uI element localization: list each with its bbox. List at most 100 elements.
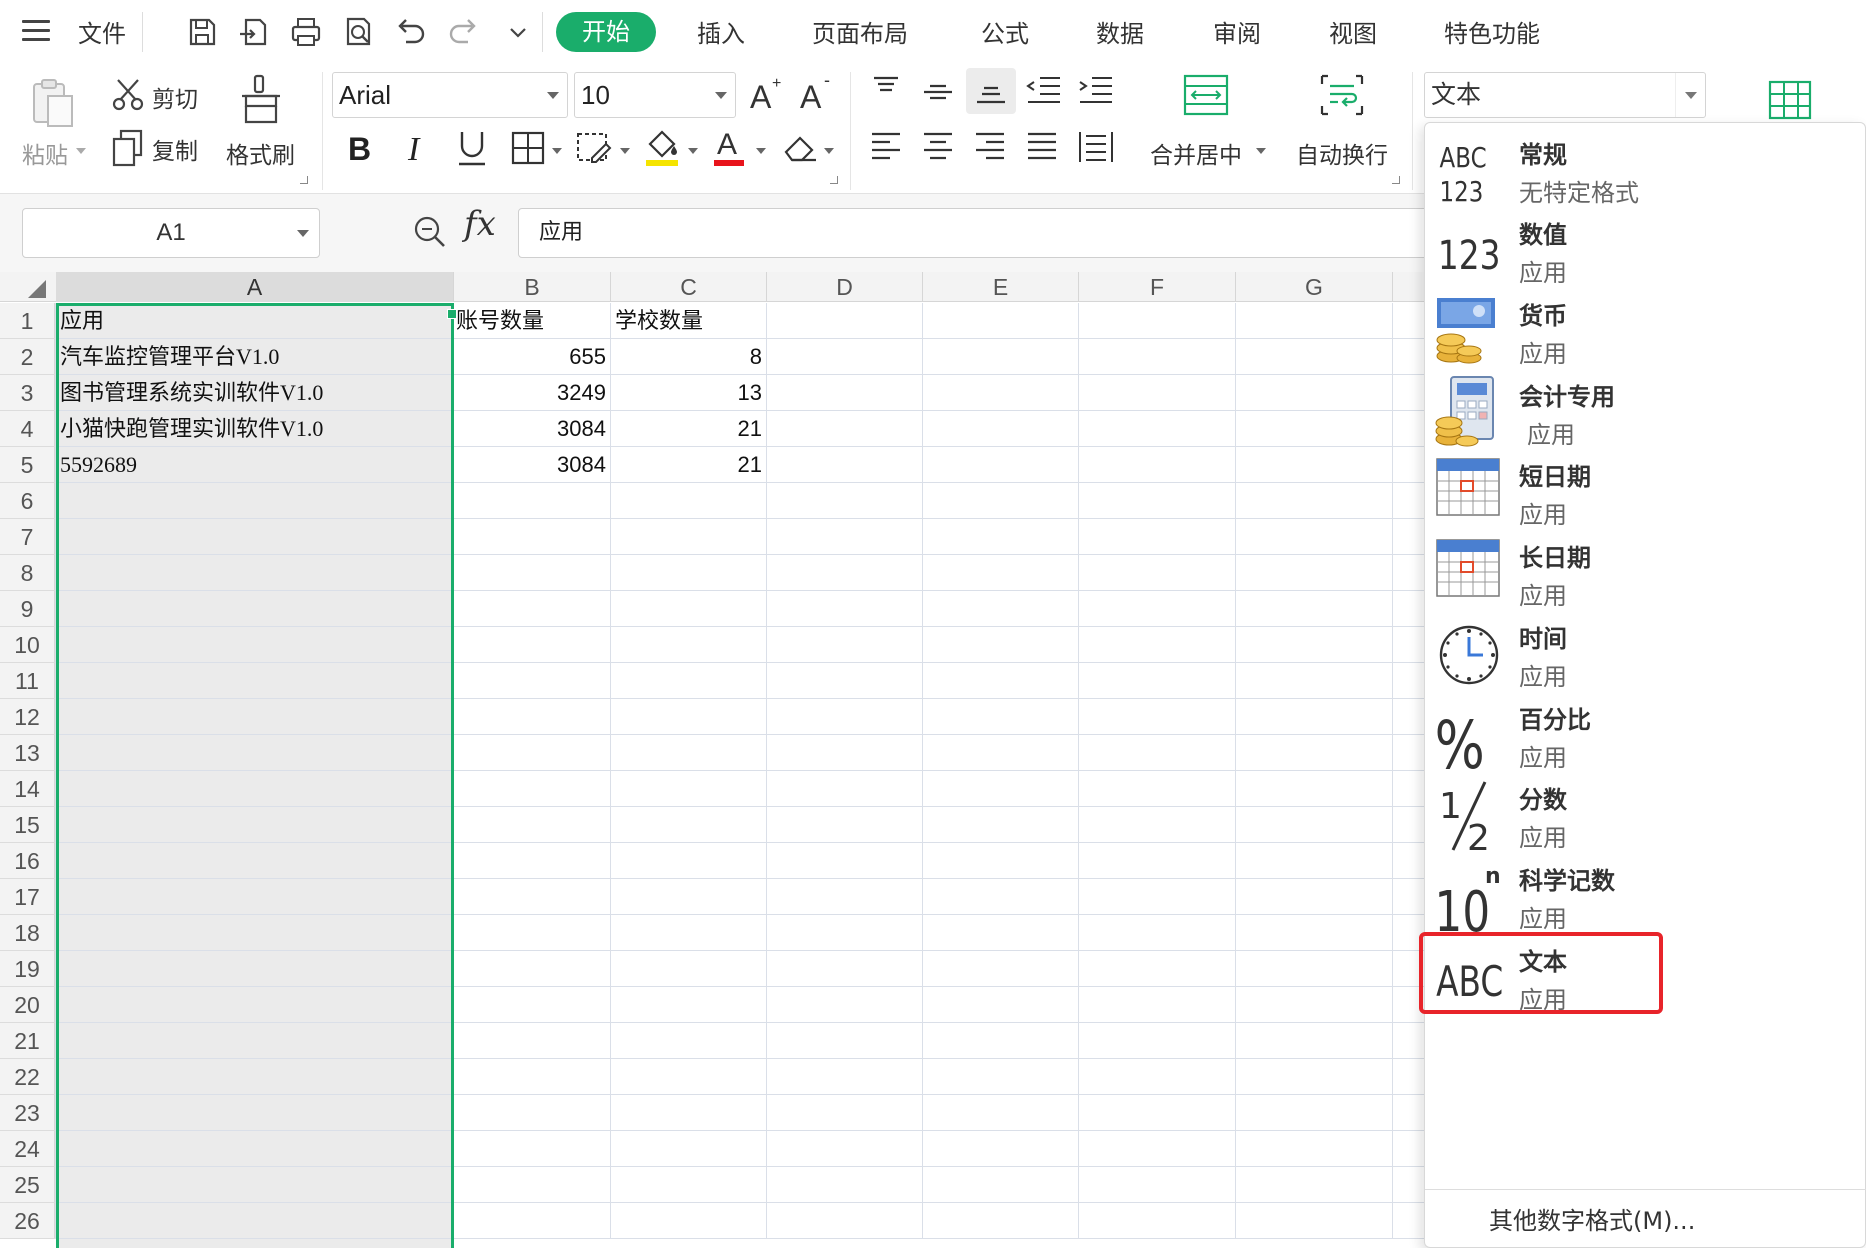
row-header[interactable]: 4: [0, 411, 55, 447]
cell-B4[interactable]: 3084: [454, 411, 611, 447]
align-top-icon[interactable]: [868, 74, 904, 106]
file-menu[interactable]: 文件: [78, 14, 126, 49]
fill-color-bucket-icon[interactable]: [642, 124, 682, 170]
cell-C2[interactable]: 8: [611, 339, 767, 375]
borders-dropdown-caret[interactable]: [552, 148, 562, 154]
underline-icon[interactable]: [452, 126, 492, 170]
column-header-E[interactable]: E: [923, 272, 1079, 302]
decrease-font-size-icon[interactable]: A-: [798, 72, 842, 116]
font-name-select[interactable]: Arial: [332, 72, 568, 118]
row-header[interactable]: 25: [0, 1167, 55, 1203]
increase-indent-icon[interactable]: [1076, 74, 1116, 108]
align-bottom-icon[interactable]: [966, 68, 1016, 114]
number-format-select[interactable]: 文本: [1424, 72, 1706, 118]
align-middle-icon[interactable]: [920, 78, 956, 110]
print-icon[interactable]: [286, 12, 326, 52]
copy-icon[interactable]: [110, 128, 146, 168]
column-header-A[interactable]: A: [56, 272, 454, 302]
name-box[interactable]: A1: [22, 208, 320, 258]
tab-view[interactable]: 视图: [1329, 14, 1377, 49]
italic-icon[interactable]: I: [400, 126, 436, 170]
row-header[interactable]: 20: [0, 987, 55, 1023]
select-all-corner[interactable]: [28, 280, 46, 298]
borders-icon[interactable]: [508, 128, 548, 168]
column-header-F[interactable]: F: [1079, 272, 1236, 302]
merge-center-dropdown-caret[interactable]: [1256, 148, 1266, 154]
tab-insert[interactable]: 插入: [697, 14, 745, 49]
row-header[interactable]: 1: [0, 303, 55, 339]
row-header[interactable]: 12: [0, 699, 55, 735]
cut-button[interactable]: 剪切: [152, 80, 198, 114]
tab-page-layout[interactable]: 页面布局: [812, 14, 908, 49]
row-header[interactable]: 24: [0, 1131, 55, 1167]
cell-A4[interactable]: 小猫快跑管理实训软件V1.0: [56, 411, 454, 447]
decrease-indent-icon[interactable]: [1024, 74, 1064, 108]
row-header[interactable]: 21: [0, 1023, 55, 1059]
insert-function-icon[interactable]: fx: [464, 204, 496, 244]
undo-icon[interactable]: [390, 12, 430, 52]
export-icon[interactable]: [234, 12, 274, 52]
font-color-dropdown-caret[interactable]: [756, 148, 766, 154]
row-header[interactable]: 9: [0, 591, 55, 627]
row-header[interactable]: 2: [0, 339, 55, 375]
tab-data[interactable]: 数据: [1096, 14, 1144, 49]
column-header-C[interactable]: C: [611, 272, 767, 302]
clear-dropdown-caret[interactable]: [824, 148, 834, 154]
paste-button[interactable]: 粘贴: [22, 136, 68, 170]
wrap-text-icon[interactable]: [1318, 72, 1366, 118]
fill-handle[interactable]: [447, 309, 457, 319]
format-painter-button[interactable]: 格式刷: [226, 136, 295, 170]
font-group-launcher[interactable]: [830, 176, 838, 184]
cell-A2[interactable]: 汽车监控管理平台V1.0: [56, 339, 454, 375]
save-icon[interactable]: [182, 12, 222, 52]
cell-A1[interactable]: 应用: [56, 303, 454, 339]
row-header[interactable]: 22: [0, 1059, 55, 1095]
column-header-D[interactable]: D: [767, 272, 923, 302]
merge-center-icon[interactable]: [1182, 72, 1230, 118]
row-header[interactable]: 18: [0, 915, 55, 951]
tab-start[interactable]: 开始: [556, 12, 656, 52]
row-header[interactable]: 3: [0, 375, 55, 411]
cell-C5[interactable]: 21: [611, 447, 767, 483]
fill-color-dropdown-caret[interactable]: [688, 148, 698, 154]
row-header[interactable]: 5: [0, 447, 55, 483]
font-color-icon[interactable]: A: [710, 124, 750, 170]
cell-C1[interactable]: 学校数量: [611, 303, 767, 339]
cell-B2[interactable]: 655: [454, 339, 611, 375]
row-header[interactable]: 11: [0, 663, 55, 699]
tab-formulas[interactable]: 公式: [981, 14, 1029, 49]
row-header[interactable]: 8: [0, 555, 55, 591]
customize-quick-access-icon[interactable]: [498, 12, 538, 52]
cell-A5[interactable]: 5592689: [56, 447, 454, 483]
paste-icon[interactable]: [28, 78, 78, 130]
row-header[interactable]: 7: [0, 519, 55, 555]
row-header[interactable]: 23: [0, 1095, 55, 1131]
wrap-text-button[interactable]: 自动换行: [1296, 136, 1388, 170]
clipboard-group-launcher[interactable]: [300, 176, 308, 184]
row-header[interactable]: 26: [0, 1203, 55, 1239]
increase-font-size-icon[interactable]: A +: [748, 72, 792, 116]
align-center-icon[interactable]: [920, 130, 956, 164]
alignment-group-launcher[interactable]: [1392, 176, 1400, 184]
row-header[interactable]: 6: [0, 483, 55, 519]
paste-dropdown-caret[interactable]: [76, 148, 86, 154]
cell-B1[interactable]: 账号数量: [452, 303, 609, 339]
tab-review[interactable]: 审阅: [1213, 14, 1261, 49]
cell-A3[interactable]: 图书管理系统实训软件V1.0: [56, 375, 454, 411]
conditional-format-table-icon[interactable]: [1768, 80, 1812, 120]
redo-icon[interactable]: [444, 12, 484, 52]
justify-icon[interactable]: [1024, 130, 1060, 164]
copy-button[interactable]: 复制: [152, 132, 198, 166]
hamburger-menu-icon[interactable]: [22, 20, 50, 42]
align-left-icon[interactable]: [868, 130, 904, 164]
format-painter-brush-icon[interactable]: [238, 74, 284, 126]
cell-style-icon[interactable]: [574, 128, 614, 168]
row-header[interactable]: 14: [0, 771, 55, 807]
row-header[interactable]: 13: [0, 735, 55, 771]
row-header[interactable]: 17: [0, 879, 55, 915]
font-size-select[interactable]: 10: [574, 72, 736, 118]
align-right-icon[interactable]: [972, 130, 1008, 164]
zoom-magnifier-icon[interactable]: [410, 212, 450, 252]
cell-style-dropdown-caret[interactable]: [620, 148, 630, 154]
distributed-align-icon[interactable]: [1076, 130, 1116, 164]
